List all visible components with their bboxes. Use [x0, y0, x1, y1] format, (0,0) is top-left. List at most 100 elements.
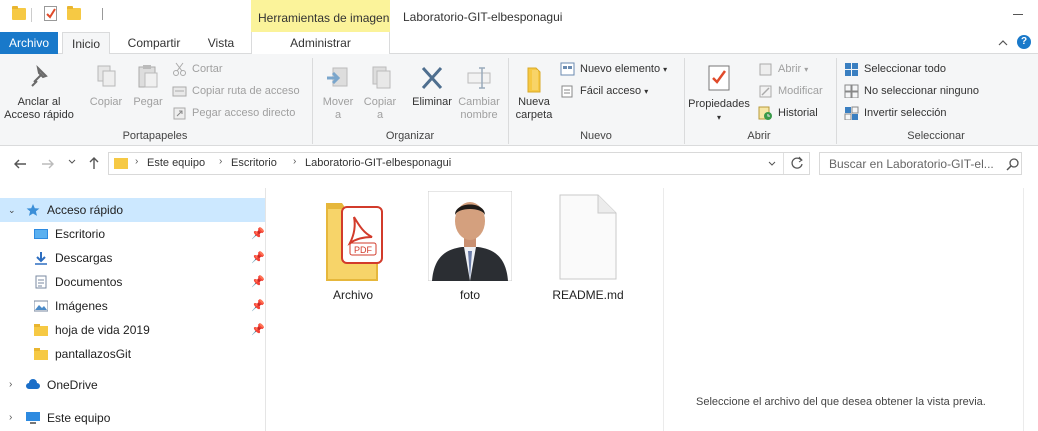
pin-icon: [31, 64, 48, 87]
paste-shortcut-button[interactable]: Pegar acceso directo: [172, 104, 295, 122]
copy-to-label-line1: Copiar: [363, 96, 397, 108]
address-bar[interactable]: › Este equipo › Escritorio › Laboratorio…: [108, 152, 810, 175]
pictures-icon: [34, 300, 48, 312]
file-item[interactable]: PDF Archivo: [308, 193, 398, 303]
sidebar-item-pantallazos[interactable]: pantallazosGit: [0, 342, 265, 366]
move-to-button[interactable]: Mover a: [318, 64, 358, 122]
pin-quick-access-button[interactable]: Anclar al Acceso rápido: [4, 64, 74, 122]
contextual-tab-header: Herramientas de imagen: [251, 0, 390, 32]
paste-label: Pegar: [133, 96, 163, 108]
open-button[interactable]: Abrir ▾: [758, 60, 808, 78]
forward-arrow-icon[interactable]: [40, 156, 56, 172]
pin-icon[interactable]: 📌: [251, 222, 265, 246]
minimize-button[interactable]: [1005, 6, 1035, 22]
quick-access-chevron[interactable]: [102, 8, 103, 20]
dropdown-arrow-icon: ▾: [716, 113, 721, 122]
search-placeholder: Buscar en Laboratorio-GIT-el...: [829, 157, 994, 171]
photo-thumbnail: [428, 191, 512, 281]
nav-label: Documentos: [55, 275, 123, 289]
dropdown-arrow-icon: ▾: [644, 87, 649, 96]
nav-onedrive[interactable]: › OneDrive: [0, 373, 265, 397]
tab-administrar[interactable]: Administrar: [251, 32, 390, 54]
group-label-organizar: Organizar: [385, 130, 435, 142]
select-none-button[interactable]: No seleccionar ninguno: [844, 82, 979, 100]
paste-button[interactable]: Pegar: [128, 64, 168, 109]
breadcrumb-item[interactable]: Este equipo: [147, 157, 205, 169]
new-item-button[interactable]: Nuevo elemento ▾: [560, 60, 667, 78]
pin-icon[interactable]: 📌: [251, 318, 265, 342]
recent-locations-chevron-icon[interactable]: [67, 157, 77, 169]
edit-icon: [759, 85, 772, 98]
collapse-ribbon-chevron-icon[interactable]: [996, 36, 1010, 50]
contextual-tab-title: Herramientas de imagen: [258, 11, 390, 25]
search-icon[interactable]: [1006, 157, 1020, 174]
refresh-icon[interactable]: [790, 156, 804, 173]
copy-button[interactable]: Copiar: [86, 64, 126, 109]
tab-archivo[interactable]: Archivo: [0, 32, 58, 54]
group-label-seleccionar: Seleccionar: [907, 130, 965, 142]
copy-label: Copiar: [89, 96, 123, 108]
sidebar-item-documentos[interactable]: Documentos 📌: [0, 270, 265, 294]
properties-quick-icon[interactable]: [44, 6, 57, 21]
new-folder-label-line1: Nueva: [518, 96, 550, 108]
file-name: README.md: [552, 288, 624, 302]
search-input[interactable]: Buscar en Laboratorio-GIT-el...: [819, 152, 1022, 175]
address-dropdown-chevron-icon[interactable]: [767, 158, 777, 172]
nav-quick-access[interactable]: ⌄ Acceso rápido: [0, 198, 265, 222]
easy-access-button[interactable]: Fácil acceso ▾: [560, 82, 648, 100]
copy-to-button[interactable]: Copiar a: [360, 64, 400, 122]
tab-inicio[interactable]: Inicio: [62, 32, 110, 55]
expand-chevron-icon[interactable]: ›: [9, 406, 12, 430]
move-to-icon: [327, 67, 348, 87]
pin-icon[interactable]: 📌: [251, 294, 265, 318]
tab-compartir[interactable]: Compartir: [118, 32, 190, 54]
new-folder-button[interactable]: Nueva carpeta: [512, 64, 556, 122]
delete-button[interactable]: Eliminar: [408, 64, 456, 109]
cut-label: Cortar: [192, 63, 223, 75]
expand-chevron-icon[interactable]: ›: [9, 373, 12, 397]
properties-icon: [708, 65, 730, 91]
cut-button[interactable]: Cortar: [172, 60, 223, 78]
preview-pane: Seleccione el archivo del que desea obte…: [663, 188, 1023, 431]
copy-path-icon: [172, 86, 187, 97]
easy-access-icon: [561, 85, 573, 98]
dropdown-arrow-icon: ▾: [804, 65, 809, 74]
delete-x-icon: [421, 66, 443, 90]
sidebar-item-imagenes[interactable]: Imágenes 📌: [0, 294, 265, 318]
back-arrow-icon[interactable]: [12, 156, 28, 172]
ribbon: Anclar al Acceso rápido Copiar Pegar Cor…: [0, 54, 1038, 146]
help-icon[interactable]: ?: [1017, 35, 1031, 49]
nav-this-pc[interactable]: › Este equipo: [0, 406, 265, 430]
file-item[interactable]: README.md: [538, 193, 638, 303]
file-item[interactable]: foto: [425, 191, 515, 302]
nav-label: pantallazosGit: [55, 347, 132, 361]
folder-icon: [34, 348, 48, 360]
folder-icon: [34, 324, 48, 336]
invert-selection-button[interactable]: Invertir selección: [844, 104, 947, 122]
expand-chevron-icon[interactable]: ⌄: [8, 198, 16, 222]
download-icon: [35, 252, 47, 265]
group-label-abrir: Abrir: [747, 130, 771, 142]
copy-path-button[interactable]: Copiar ruta de acceso: [172, 82, 300, 100]
star-icon: [26, 204, 40, 216]
history-button[interactable]: Historial: [758, 104, 818, 122]
nav-pane-divider[interactable]: [265, 188, 266, 431]
select-all-button[interactable]: Seleccionar todo: [844, 60, 946, 78]
new-folder-quick-icon[interactable]: [67, 6, 81, 20]
pin-icon[interactable]: 📌: [251, 270, 265, 294]
rename-button[interactable]: Cambiar nombre: [456, 64, 502, 122]
sidebar-item-descargas[interactable]: Descargas 📌: [0, 246, 265, 270]
pin-icon[interactable]: 📌: [251, 246, 265, 270]
new-item-label: Nuevo elemento: [580, 63, 661, 75]
rename-label-line2: nombre: [460, 109, 498, 121]
breadcrumb-item[interactable]: Laboratorio-GIT-elbesponagui: [305, 157, 451, 169]
up-arrow-icon[interactable]: [86, 155, 102, 171]
new-folder-label-line2: carpeta: [515, 109, 553, 121]
file-list: PDF Archivo foto README.md: [270, 188, 663, 431]
modify-button[interactable]: Modificar: [758, 82, 823, 100]
sidebar-item-hoja-de-vida[interactable]: hoja de vida 2019 📌: [0, 318, 265, 342]
sidebar-item-escritorio[interactable]: Escritorio 📌: [0, 222, 265, 246]
breadcrumb-item[interactable]: Escritorio: [231, 157, 277, 169]
tab-vista[interactable]: Vista: [196, 32, 246, 54]
properties-button[interactable]: Propiedades ▾: [686, 64, 752, 124]
